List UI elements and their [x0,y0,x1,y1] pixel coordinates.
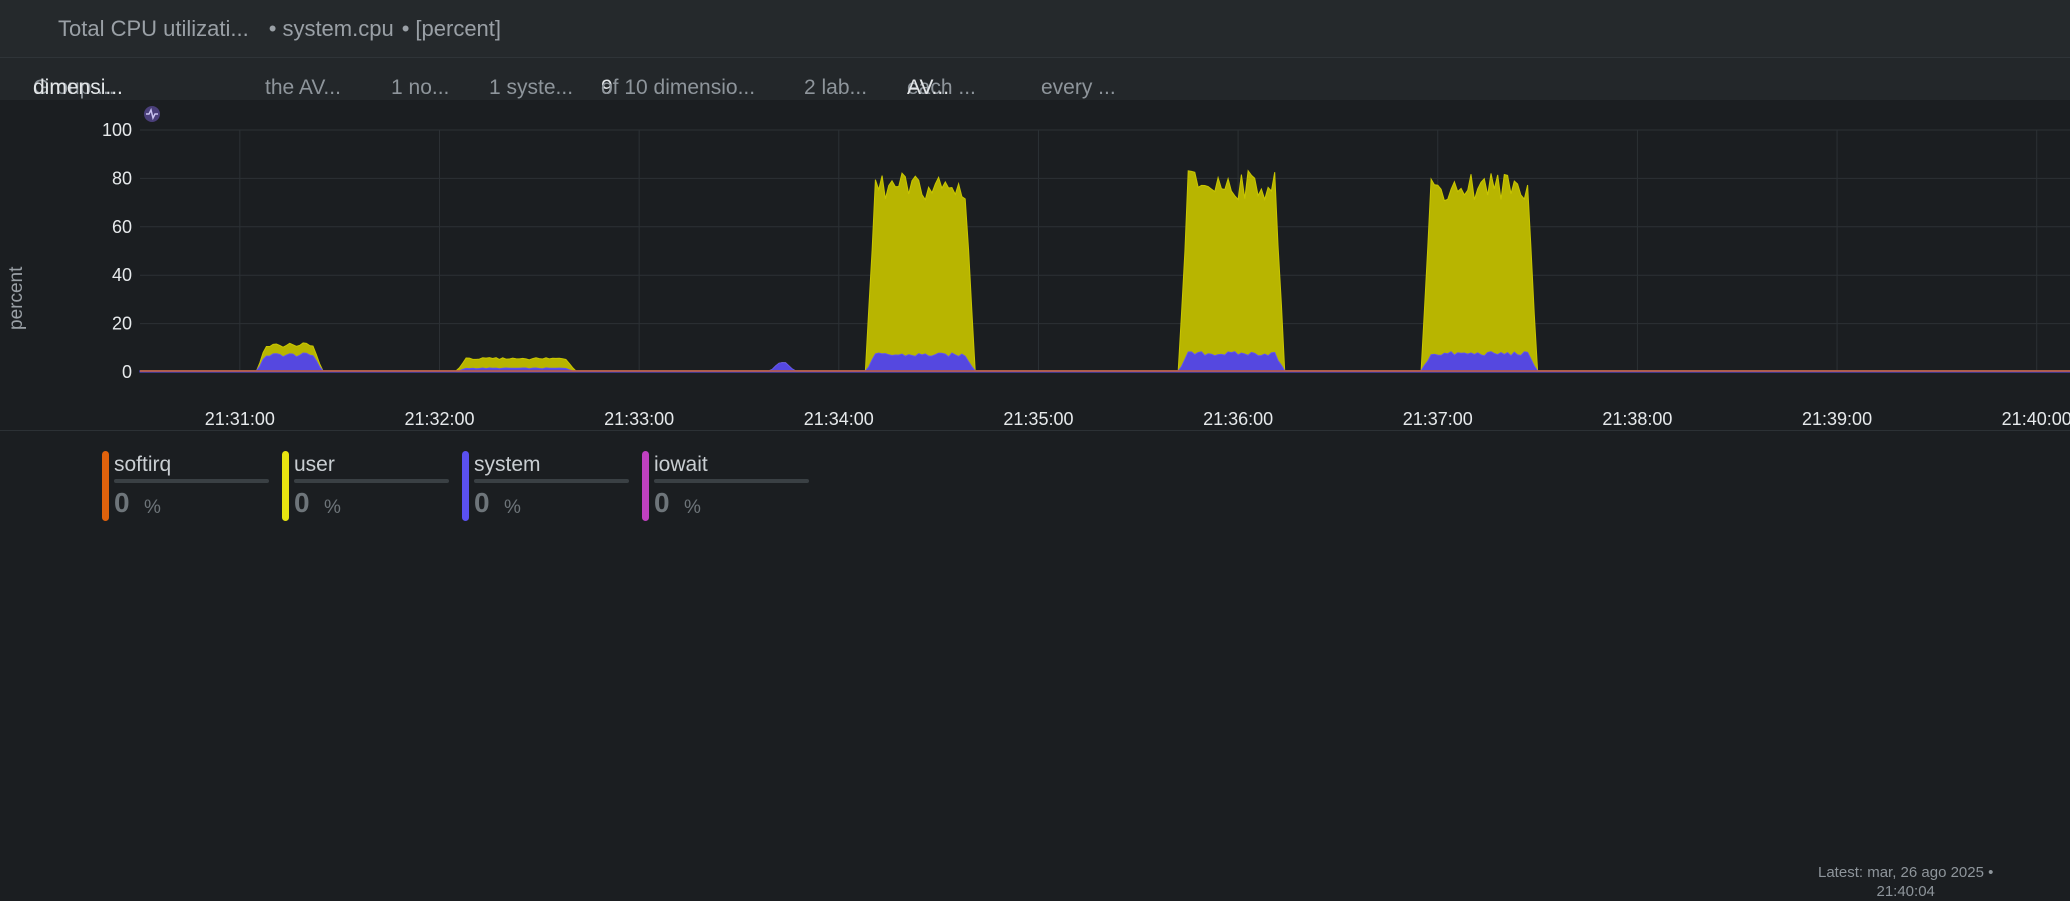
legend-unit: % [504,497,521,518]
latest-line-1: Latest: mar, 26 ago 2025 • [1818,864,1994,881]
chart-title-bar: Total CPU utilizati... • system.cpu • [p… [0,0,2070,58]
legend-swatch [102,451,109,521]
legend-bar [114,479,269,483]
chart-area[interactable]: 0 20 40 60 80 100 21:31:00 21:32:00 21:33:00 21:3… [0,100,2070,430]
legend-unit: % [324,497,341,518]
legend-value: 0 [294,487,310,518]
legend-bar [654,479,809,483]
chart-title[interactable]: Total CPU utilizati... [58,16,249,42]
x-tick-label: 21:36:00 [1203,409,1273,429]
latest-timestamp: Latest: mar, 26 ago 2025 • 21:40:04 [1818,863,1993,901]
legend-item-user[interactable]: user 0 % [282,451,457,521]
x-tick-label: 21:33:00 [604,409,674,429]
y-tick-label: 60 [112,217,132,237]
legend-swatch [462,451,469,521]
legend-value: 0 [474,487,490,518]
legend-bar [474,479,629,483]
legend-label: softirq [114,453,172,476]
legend-value: 0 [114,487,130,518]
x-tick-label: 21:32:00 [404,409,474,429]
x-tick-label: 21:38:00 [1602,409,1672,429]
chart-legend: softirq 0 % user 0 % system 0 % iowait 0… [0,430,2070,900]
x-tick-label: 21:39:00 [1802,409,1872,429]
legend-item-softirq[interactable]: softirq 0 % [102,451,277,521]
legend-label: iowait [654,453,708,476]
legend-item-iowait[interactable]: iowait 0 % [642,451,817,521]
x-tick-label: 21:35:00 [1003,409,1073,429]
x-tick-label: 21:31:00 [205,409,275,429]
legend-label: system [474,453,541,476]
legend-unit: % [144,497,161,518]
y-axis-label: percent [6,266,27,330]
legend-value: 0 [654,487,670,518]
chart-context: system.cpu [282,15,394,41]
series-user-area [140,169,2070,372]
title-separator: • [401,15,410,41]
series-system-area [139,351,2070,373]
chart-units: [percent] [415,15,502,41]
y-tick-label: 0 [122,362,132,382]
y-tick-label: 80 [112,168,132,188]
latest-line-2: 21:40:04 [1876,883,1935,900]
y-tick-label: 20 [112,314,132,334]
x-tick-label: 21:37:00 [1403,409,1473,429]
legend-swatch [642,451,649,521]
legend-swatch [282,451,289,521]
x-tick-label: 21:40:00 [2002,409,2070,429]
title-separator: • [268,15,277,41]
filter-toolbar: Group ... dimensi... the AV... 1 no... 1… [0,58,2070,100]
y-tick-label: 100 [102,120,132,140]
x-tick-label: 21:34:00 [804,409,874,429]
cpu-area-chart[interactable]: 0 20 40 60 80 100 21:31:00 21:32:00 21:33:00 21:3… [0,100,2070,430]
legend-item-system[interactable]: system 0 % [462,451,637,521]
legend-bar [294,479,449,483]
y-tick-label: 40 [112,265,132,285]
legend-label: user [294,453,335,476]
legend-unit: % [684,497,701,518]
